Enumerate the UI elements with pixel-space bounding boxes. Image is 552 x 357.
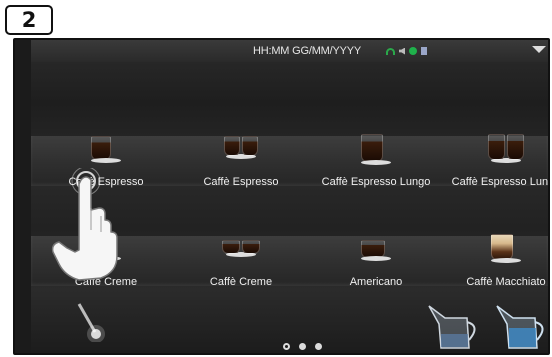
cup-icon [361,134,391,165]
steam-wand-icon[interactable] [75,302,105,342]
pointing-hand-icon [51,168,118,281]
page-dot-1[interactable] [283,343,290,350]
status-datetime: HH:MM GG/MM/YYYY [253,45,362,57]
page-dot-2[interactable] [299,343,306,350]
drink-tile-caffe-macchiato[interactable]: Caffè Macchiato [451,232,548,288]
device-frame: HH:MM GG/MM/YYYY Caffè Espresso Caffè Es… [13,38,550,355]
drink-label: Caffè Macchiato [466,276,546,288]
latte-glass-icon [491,234,521,263]
step-number-badge: 2 [5,5,53,35]
double-cup-icon [488,134,524,163]
water-pitcher-icon[interactable] [491,302,548,352]
cup-icon [361,240,391,261]
drink-tile-caffe-espresso-double[interactable]: Caffè Espresso [191,132,291,188]
speaker-icon [399,47,405,55]
drink-tile-caffe-creme-double[interactable]: Caffè Creme [191,232,291,288]
page-dot-3[interactable] [315,343,322,350]
drink-tile-americano[interactable]: Americano [321,232,431,288]
drink-tile-caffe-espresso-lungo-double[interactable]: Caffè Espresso Lungo [451,132,548,188]
usb-icon [421,47,427,55]
drink-label: Americano [349,276,403,288]
double-cup-icon [222,240,260,257]
cup-icon [91,136,121,163]
status-bar: HH:MM GG/MM/YYYY [31,40,548,62]
triangle-down-icon[interactable] [532,46,546,53]
drink-label: Caffè Espresso [203,176,279,188]
drink-label: Caffè Creme [209,276,273,288]
step-number: 2 [21,8,37,32]
double-cup-icon [224,136,258,159]
status-icons [386,47,427,55]
milk-pitcher-icon[interactable] [423,302,483,352]
drink-label: Caffè Espresso Lungo [451,176,548,188]
drink-label: Caffè Espresso Lungo [321,176,431,188]
wifi-icon [386,47,395,55]
pagination [283,343,322,350]
status-green-icon [409,47,417,55]
touchscreen: HH:MM GG/MM/YYYY Caffè Espresso Caffè Es… [31,40,548,353]
drink-tile-caffe-espresso-lungo[interactable]: Caffè Espresso Lungo [316,132,436,188]
